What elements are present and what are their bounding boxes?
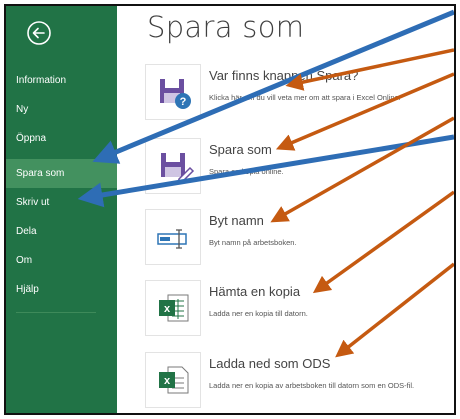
option-download-ods[interactable]: x Ladda ned som ODS Ladda ner en kopia a… <box>145 352 454 410</box>
page-title: Spara som <box>147 10 305 44</box>
sidebar-item-share[interactable]: Dela <box>6 217 117 246</box>
option-tile: ? <box>145 64 201 120</box>
option-description: Klicka här om du vill veta mer om att sp… <box>209 93 401 102</box>
option-tile <box>145 138 201 194</box>
sidebar-divider <box>16 312 96 313</box>
sidebar-item-about[interactable]: Om <box>6 246 117 275</box>
save-as-icon <box>161 153 195 185</box>
backstage-sidebar: Information Ny Öppna Spara som Skriv ut … <box>6 6 117 413</box>
option-title: Hämta en kopia <box>209 284 301 299</box>
option-description: Ladda ner en kopia till datorn. <box>209 309 308 318</box>
option-where-is-save[interactable]: ? Var finns knappen Spara? Klicka här om… <box>145 64 454 122</box>
option-title: Ladda ned som ODS <box>209 356 331 371</box>
svg-text:x: x <box>164 375 171 387</box>
excel-file-icon: x <box>159 294 189 322</box>
back-button[interactable] <box>26 20 52 46</box>
excel-ods-icon: x <box>159 366 189 394</box>
sidebar-item-open[interactable]: Öppna <box>6 124 117 153</box>
sidebar-item-information[interactable]: Information <box>6 66 117 95</box>
sidebar-item-print[interactable]: Skriv ut <box>6 188 117 217</box>
svg-text:?: ? <box>180 96 187 108</box>
option-title: Byt namn <box>209 213 264 228</box>
back-arrow-icon <box>27 21 51 45</box>
option-tile <box>145 209 201 265</box>
rename-icon <box>157 229 187 249</box>
save-help-icon: ? <box>160 79 191 109</box>
sidebar-item-help[interactable]: Hjälp <box>6 275 117 304</box>
sidebar-item-save-as[interactable]: Spara som <box>6 159 117 188</box>
option-rename[interactable]: Byt namn Byt namn på arbetsboken. <box>145 209 454 267</box>
option-description: Ladda ner en kopia av arbetsboken till d… <box>209 381 415 390</box>
option-tile: x <box>145 280 201 336</box>
option-download-copy[interactable]: x Hämta en kopia Ladda ner en kopia till… <box>145 280 454 338</box>
option-description: Byt namn på arbetsboken. <box>209 238 297 247</box>
option-description: Spara en kopia online. <box>209 167 284 176</box>
sidebar-item-new[interactable]: Ny <box>6 95 117 124</box>
option-title: Var finns knappen Spara? <box>209 68 359 83</box>
main-panel: Spara som ? Var finns knappen Spara? Kli… <box>117 6 454 413</box>
backstage-view: Information Ny Öppna Spara som Skriv ut … <box>4 4 456 415</box>
option-save-as[interactable]: Spara som Spara en kopia online. <box>145 138 454 196</box>
option-title: Spara som <box>209 142 272 157</box>
option-tile: x <box>145 352 201 408</box>
svg-text:x: x <box>164 303 171 315</box>
